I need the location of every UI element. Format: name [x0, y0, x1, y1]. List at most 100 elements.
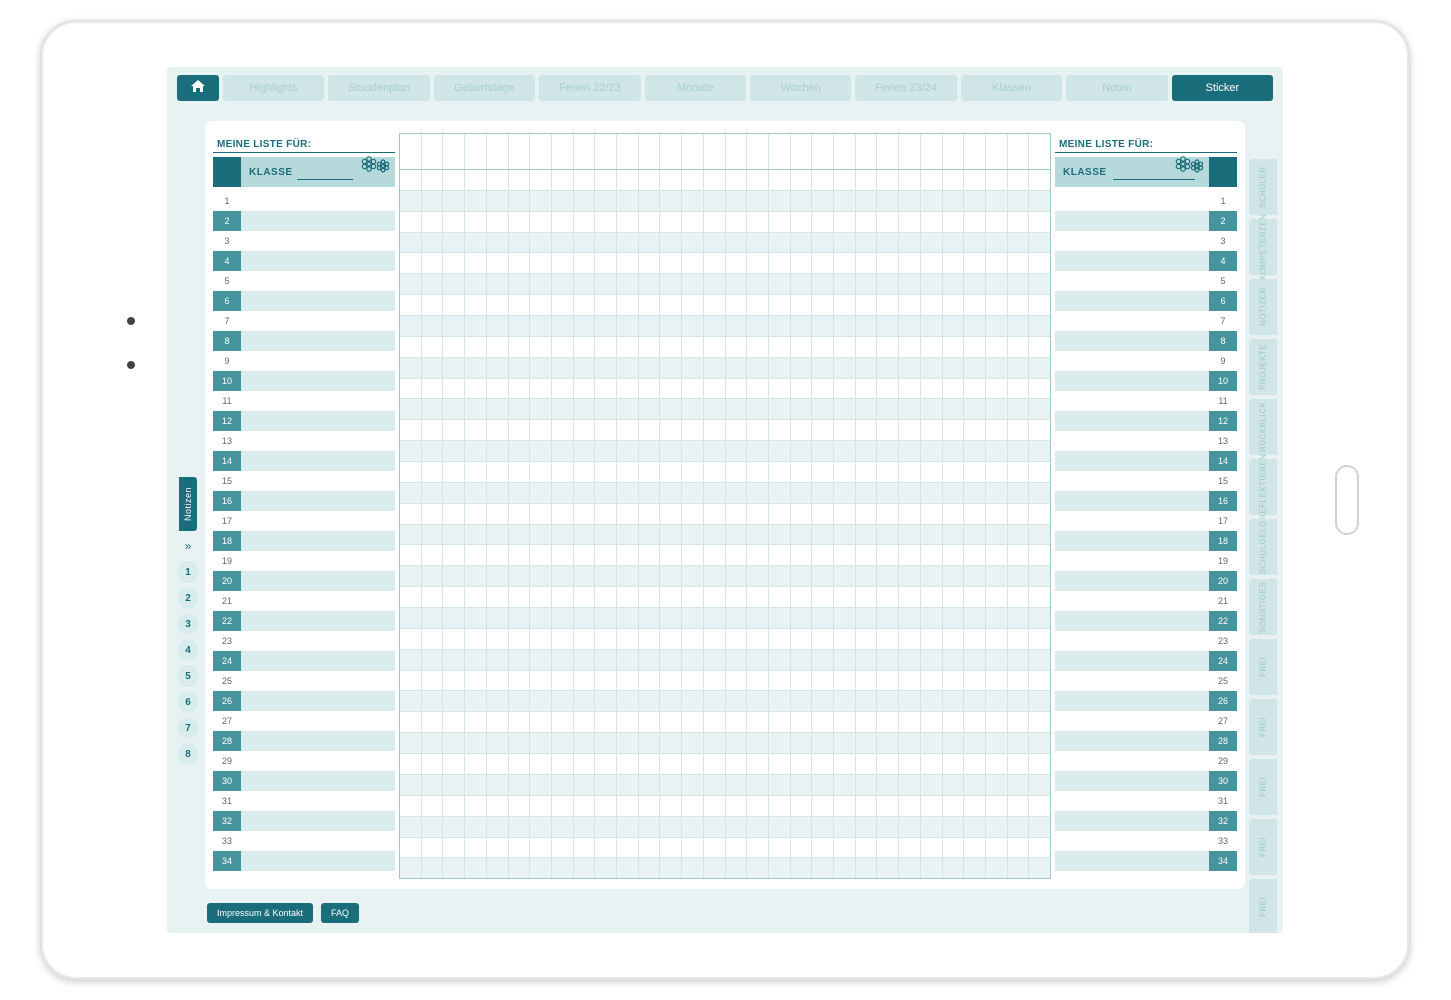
grid-cell[interactable] — [660, 233, 682, 253]
grid-cell[interactable] — [443, 712, 465, 732]
grid-cell[interactable] — [704, 525, 726, 545]
row-body[interactable] — [241, 831, 395, 851]
grid-cell[interactable] — [812, 608, 834, 628]
grid-cell[interactable] — [660, 316, 682, 336]
grid-cell[interactable] — [1008, 733, 1030, 753]
list-row[interactable]: 32 — [1055, 811, 1237, 831]
grid-cell[interactable] — [682, 629, 704, 649]
grid-cell[interactable] — [704, 817, 726, 837]
grid-cell[interactable] — [660, 712, 682, 732]
grid-cell[interactable] — [921, 587, 943, 607]
grid-cell[interactable] — [726, 295, 748, 315]
grid-cell[interactable] — [530, 566, 552, 586]
grid-cell[interactable] — [943, 650, 965, 670]
grid-cell[interactable] — [660, 587, 682, 607]
row-body[interactable] — [1055, 591, 1209, 611]
grid-cell[interactable] — [791, 650, 813, 670]
grid-cell[interactable] — [747, 316, 769, 336]
grid-cell[interactable] — [812, 587, 834, 607]
grid-header-col[interactable] — [747, 134, 769, 169]
grid-cell[interactable] — [747, 796, 769, 816]
grid-header-col[interactable] — [899, 134, 921, 169]
grid-cell[interactable] — [769, 671, 791, 691]
grid-cell[interactable] — [400, 337, 422, 357]
grid-cell[interactable] — [1029, 796, 1050, 816]
row-body[interactable] — [1055, 411, 1209, 431]
grid-cell[interactable] — [704, 733, 726, 753]
grid-cell[interactable] — [921, 379, 943, 399]
grid-cell[interactable] — [704, 399, 726, 419]
grid-cell[interactable] — [1008, 858, 1030, 878]
grid-cell[interactable] — [639, 441, 661, 461]
grid-cell[interactable] — [660, 566, 682, 586]
list-row[interactable]: 5 — [1055, 271, 1237, 291]
row-body[interactable] — [1055, 491, 1209, 511]
grid-cell[interactable] — [899, 170, 921, 190]
grid-cell[interactable] — [660, 858, 682, 878]
grid-cell[interactable] — [747, 504, 769, 524]
grid-cell[interactable] — [422, 754, 444, 774]
grid-cell[interactable] — [530, 691, 552, 711]
list-row[interactable]: 5 — [213, 271, 395, 291]
grid-cell[interactable] — [986, 441, 1008, 461]
grid-cell[interactable] — [856, 233, 878, 253]
grid-cell[interactable] — [552, 525, 574, 545]
grid-cell[interactable] — [595, 316, 617, 336]
grid-cell[interactable] — [595, 358, 617, 378]
grid-header-col[interactable] — [877, 134, 899, 169]
side-tab-frei[interactable]: FREI — [1249, 699, 1277, 755]
grid-cell[interactable] — [791, 775, 813, 795]
grid-cell[interactable] — [877, 671, 899, 691]
grid-cell[interactable] — [1029, 754, 1050, 774]
grid-cell[interactable] — [574, 566, 596, 586]
grid-cell[interactable] — [509, 274, 531, 294]
grid-cell[interactable] — [1008, 650, 1030, 670]
grid-cell[interactable] — [877, 629, 899, 649]
grid-cell[interactable] — [834, 170, 856, 190]
grid-cell[interactable] — [660, 838, 682, 858]
grid-cell[interactable] — [1008, 274, 1030, 294]
grid-cell[interactable] — [509, 629, 531, 649]
grid-cell[interactable] — [660, 170, 682, 190]
grid-cell[interactable] — [552, 775, 574, 795]
grid-cell[interactable] — [769, 337, 791, 357]
grid-header-col[interactable] — [443, 134, 465, 169]
grid-cell[interactable] — [639, 233, 661, 253]
grid-cell[interactable] — [574, 337, 596, 357]
grid-cell[interactable] — [812, 337, 834, 357]
grid-cell[interactable] — [465, 379, 487, 399]
grid-cell[interactable] — [812, 775, 834, 795]
grid-cell[interactable] — [509, 545, 531, 565]
grid-cell[interactable] — [574, 629, 596, 649]
grid-cell[interactable] — [899, 399, 921, 419]
grid-cell[interactable] — [422, 545, 444, 565]
list-row[interactable]: 6 — [1055, 291, 1237, 311]
side-tab-rückblick[interactable]: RÜCKBLICK — [1249, 399, 1277, 455]
grid-cell[interactable] — [574, 504, 596, 524]
grid-cell[interactable] — [617, 504, 639, 524]
grid-cell[interactable] — [422, 796, 444, 816]
grid-cell[interactable] — [769, 838, 791, 858]
grid-cell[interactable] — [465, 775, 487, 795]
grid-cell[interactable] — [704, 483, 726, 503]
grid-cell[interactable] — [747, 462, 769, 482]
grid-cell[interactable] — [530, 525, 552, 545]
row-body[interactable] — [1055, 531, 1209, 551]
list-row[interactable]: 23 — [1055, 631, 1237, 651]
grid-cell[interactable] — [1008, 420, 1030, 440]
grid-cell[interactable] — [726, 358, 748, 378]
grid-cell[interactable] — [617, 399, 639, 419]
grid-cell[interactable] — [639, 212, 661, 232]
row-body[interactable] — [241, 811, 395, 831]
grid-cell[interactable] — [899, 796, 921, 816]
grid-cell[interactable] — [964, 858, 986, 878]
grid-cell[interactable] — [899, 337, 921, 357]
grid-cell[interactable] — [769, 462, 791, 482]
grid-header-col[interactable] — [422, 134, 444, 169]
grid-cell[interactable] — [530, 858, 552, 878]
grid-cell[interactable] — [443, 796, 465, 816]
grid-cell[interactable] — [1008, 253, 1030, 273]
grid-cell[interactable] — [682, 608, 704, 628]
list-row[interactable]: 17 — [213, 511, 395, 531]
side-tab-notizen[interactable]: NOTIZEN — [1249, 279, 1277, 335]
